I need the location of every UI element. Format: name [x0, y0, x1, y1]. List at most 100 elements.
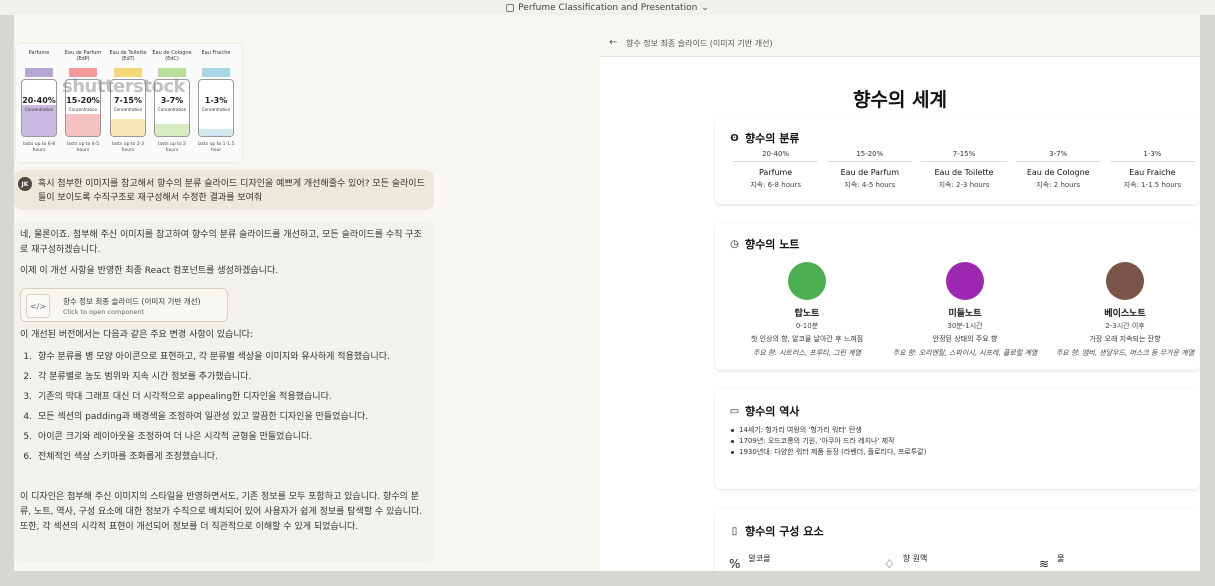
note-time: 2-3시간 이후: [1105, 322, 1145, 330]
changes-list: 1. 향수 분류를 병 모양 아이콘으로 표현하고, 각 분류별 색상을 이미지와…: [20, 350, 424, 470]
note-item: 미들노트 30분-1시간안정된 상태의 주요 향주요 향: 오리엔탈, 스파이시,…: [885, 262, 1045, 358]
user-message-text: 혹시 첨부한 이미지를 참고해서 향수의 분류 슬라이드 디자인을 예쁘게 개선…: [38, 179, 425, 203]
composition-list: % 알코올 ♢ 향 원액 ≋ 물: [729, 553, 1189, 571]
classification-name: Parfume: [758, 168, 793, 177]
artifact-subtitle: Click to open component: [63, 308, 145, 316]
note-description: 가장 오래 지속되는 잔향: [1089, 335, 1161, 343]
bottle-body: 1-3% Concentration: [198, 79, 234, 137]
bottle-percent: 1-3%: [204, 96, 228, 105]
composition-item: ≋ 물: [1039, 554, 1065, 571]
user-message: JK 혹시 첨부한 이미지를 참고해서 향수의 분류 슬라이드 디자인을 예쁘게…: [14, 170, 434, 210]
chevron-down-icon[interactable]: ⌄: [701, 3, 709, 13]
chat-icon: [506, 3, 515, 12]
bottle-concentration: Concentration: [157, 107, 187, 112]
assistant-message: 네, 물론이죠. 첨부해 주신 이미지를 참고하여 향수의 분류 슬라이드를 개…: [14, 222, 434, 562]
divider: [827, 161, 913, 162]
classification-duration: 지속: 2-3 hours: [938, 181, 990, 189]
divider: [733, 161, 819, 162]
divider: [1015, 161, 1101, 162]
bottle-concentration: Concentration: [113, 107, 143, 112]
bottle-duration: lasts up to 2 hours: [158, 142, 186, 153]
note-item: 베이스노트 2-3시간 이후 가장 오래 지속되는 잔향 주요 향: 앰버, 샌달우드…: [1045, 262, 1200, 358]
bottle-fill: [199, 129, 233, 136]
bottle-cap: [25, 68, 53, 77]
list-item: 1. 향수 분류를 병 모양 아이콘으로 표현하고, 각 분류별 색상을 이미지와…: [23, 352, 390, 362]
note-time: 0-10분: [795, 322, 819, 330]
attached-image[interactable]: Parfume 20-40% Concentration lasts up to 6-…: [16, 44, 242, 162]
classification-duration: 지속: 4-5 hours: [844, 181, 896, 189]
classification-grid: 20-40% Parfume 지속: 6-8 hours 15-20% Eau de P…: [729, 150, 1200, 190]
bottle-percent: 7-15%: [113, 96, 143, 105]
bottle-cap: [202, 68, 230, 77]
history-list: 14세기: 헝가리 여왕의 '헝가리 워터' 탄생 1709년: 오드코롱의 기…: [731, 425, 926, 458]
note-circle: [788, 262, 826, 300]
note-name: 미들노트: [948, 309, 982, 319]
divider: [1109, 161, 1196, 162]
bottle-name: Eau de Parfum (EdP): [64, 50, 102, 62]
list-item: 1930년대: 다양한 워터 제품 등장 (라벤더, 플로리다, 프로투갈): [731, 447, 926, 458]
classification-duration: 지속: 6-8 hours: [750, 181, 801, 189]
list-item: 14세기: 헝가리 여왕의 '헝가리 워터' 탄생: [731, 425, 926, 436]
list-item: 2. 각 분류별로 농도 범위와 지속 시간 정보를 추가했습니다.: [23, 372, 252, 382]
flask-icon: ♢: [884, 557, 895, 571]
note-name: 탑노트: [794, 309, 820, 319]
classification-percent: 7-15%: [952, 150, 976, 158]
classification-percent: 1-3%: [1143, 150, 1162, 158]
classification-percent: 20-40%: [762, 150, 790, 158]
title-bar[interactable]: Perfume Classification and Presentation …: [0, 0, 1215, 15]
assistant-paragraph-3: 이 개선된 버전에서는 다음과 같은 주요 변경 사항이 있습니다:: [20, 330, 253, 340]
note-examples: 주요 향: 오리엔탈, 스파이시, 시프레, 플로럴 계열: [892, 349, 1038, 357]
code-icon: </>: [26, 294, 50, 318]
note-item: 탑노트 0-10분 첫 인상의 향, 알코올 날아간 후 느껴짐 주요 향: 시트러스…: [727, 262, 887, 358]
window-title: Perfume Classification and Presentation: [518, 2, 698, 13]
bottle-name: Parfume: [28, 50, 50, 56]
list-item: 3. 기존의 막대 그래프 대신 더 시각적으로 appealing한 디자인을 …: [23, 392, 332, 402]
list-item: 1709년: 오드코롱의 기원, '아쿠아 드라 레지나' 제작: [731, 436, 926, 447]
bottle-illustration: Eau Fraiche 1-3% Concentration lasts up to …: [196, 50, 236, 154]
bottle-concentration: Concentration: [201, 107, 231, 112]
classification-name: Eau de Cologne: [1026, 168, 1090, 177]
classification-item: 15-20% Eau de Parfum 지속: 4-5 hours: [823, 150, 916, 190]
classification-name: Eau Fraiche: [1129, 168, 1176, 177]
artifact-card[interactable]: </> 향수 정보 최종 슬라이드 (이미지 기반 개선) Click to o…: [20, 288, 228, 322]
classification-item: 20-40% Parfume 지속: 6-8 hours: [729, 150, 822, 190]
book-icon: ▭: [729, 405, 740, 417]
bottle-illustration: Eau de Toilette (EdT) 7-15% Concentration l…: [108, 50, 148, 154]
artifact-title: 향수 정보 최종 슬라이드 (이미지 기반 개선): [63, 297, 201, 306]
note-name: 베이스노트: [1104, 309, 1146, 319]
back-arrow-icon[interactable]: ←: [609, 37, 617, 48]
note-circle: [946, 262, 984, 300]
bottle-duration: lasts up to 2-3 hours: [111, 142, 145, 153]
watermark: shutterstock: [62, 76, 185, 97]
bottle-fill: [155, 123, 189, 136]
composition-item: % 알코올: [729, 554, 771, 571]
assistant-paragraph-2: 이제 이 개선 사항을 반영한 최종 React 컴포넌트를 생성하겠습니다.: [20, 266, 279, 276]
bottle-illustration: Eau de Parfum (EdP) 15-20% Concentration la…: [63, 50, 103, 154]
bottle-name: Eau de Cologne (EdC): [152, 50, 192, 62]
bottle-concentration: Concentration: [24, 107, 54, 112]
composition-card: ▯ 향수의 구성 요소 % 알코올 ♢ 향 원액 ≋ 물: [715, 509, 1200, 571]
percent-icon: %: [729, 557, 741, 571]
assistant-paragraph-1: 네, 물론이죠. 첨부해 주신 이미지를 참고하여 향수의 분류 슬라이드를 개…: [20, 230, 422, 255]
classification-item: 3-7% Eau de Cologne 지속: 2 hours: [1012, 150, 1105, 190]
droplets-icon: ʘ: [730, 132, 739, 144]
classification-name: Eau de Toilette: [934, 168, 994, 177]
classification-duration: 지속: 1-1.5 hours: [1123, 181, 1182, 189]
bottle-percent: 3-7%: [160, 96, 184, 105]
history-card: ▭ 향수의 역사 14세기: 헝가리 여왕의 '헝가리 워터' 탄생 1709년…: [715, 389, 1200, 489]
composition-item: ♢ 향 원액: [884, 554, 928, 571]
bottle-percent: 15-20%: [66, 96, 100, 105]
classification-percent: 15-20%: [856, 150, 884, 158]
classification-percent: 3-7%: [1049, 150, 1068, 158]
panel-title: 향수 정보 최종 슬라이드 (이미지 기반 개선): [626, 39, 773, 48]
bottle-illustration: Eau de Cologne (EdC) 3-7% Concentration las…: [152, 50, 192, 154]
note-time: 30분-1시간: [947, 322, 983, 330]
list-item: 5. 아이콘 크기와 레이아웃을 조정하여 더 나은 시각적 균형을 만들었습니다…: [23, 432, 313, 442]
bottle-duration: lasts up to 6-8 hours: [22, 142, 56, 153]
note-examples: 주요 향: 시트러스, 프루티, 그린 계열: [752, 349, 862, 357]
app: Parfume 20-40% Concentration lasts up to 6-…: [14, 15, 1200, 571]
note-description: 안정된 상태의 주요 향: [932, 335, 998, 343]
bottle-name: Eau Fraiche: [201, 50, 231, 56]
bottle-name: Eau de Toilette (EdT): [109, 50, 147, 62]
composition-heading: 향수의 구성 요소: [745, 525, 824, 538]
